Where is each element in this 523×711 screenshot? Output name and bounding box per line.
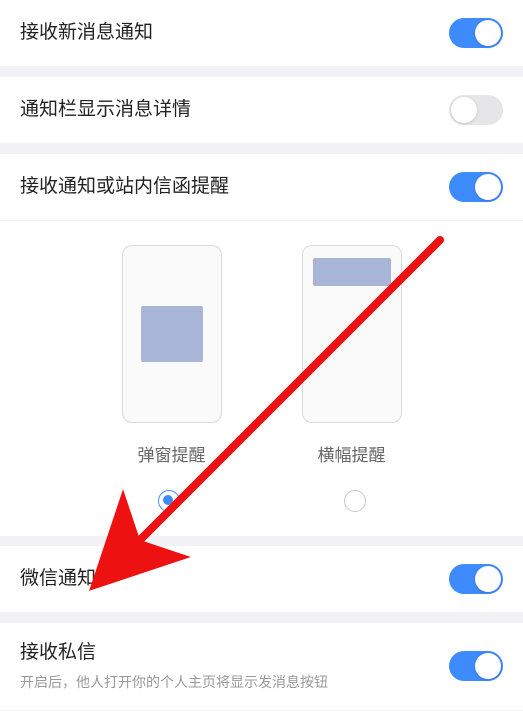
- setting-label: 接收私信: [20, 641, 328, 666]
- toggle-knob: [475, 653, 501, 679]
- toggle-new-message[interactable]: [449, 18, 503, 48]
- notification-style-radios: [0, 478, 523, 536]
- setting-label: 微信通知: [20, 567, 96, 592]
- section-gap: [0, 613, 523, 623]
- phone-mock-banner: [302, 245, 402, 423]
- toggle-knob: [475, 20, 501, 46]
- radio-banner[interactable]: [344, 490, 366, 512]
- toggle-dm[interactable]: [449, 651, 503, 681]
- setting-label: 接收新消息通知: [20, 21, 153, 46]
- setting-dm: 接收私信 开启后，他人打开你的个人主页将显示发消息按钮: [0, 623, 523, 711]
- section-gap: [0, 67, 523, 77]
- setting-label: 通知栏显示消息详情: [20, 98, 191, 123]
- toggle-wechat[interactable]: [449, 564, 503, 594]
- preview-popup-label: 弹窗提醒: [138, 441, 206, 466]
- mock-banner-block: [313, 258, 391, 286]
- toggle-knob: [475, 174, 501, 200]
- setting-show-detail: 通知栏显示消息详情: [0, 77, 523, 144]
- toggle-knob: [475, 566, 501, 592]
- preview-banner-label: 横幅提醒: [318, 441, 386, 466]
- setting-text-col: 接收私信 开启后，他人打开你的个人主页将显示发消息按钮: [20, 641, 328, 692]
- section-gap: [0, 536, 523, 546]
- toggle-show-detail[interactable]: [449, 95, 503, 125]
- toggle-in-mail[interactable]: [449, 172, 503, 202]
- setting-sublabel: 开启后，他人打开你的个人主页将显示发消息按钮: [20, 672, 328, 692]
- section-gap: [0, 144, 523, 154]
- setting-in-mail: 接收通知或站内信函提醒: [0, 154, 523, 221]
- setting-label: 接收通知或站内信函提醒: [20, 175, 229, 200]
- setting-wechat: 微信通知: [0, 546, 523, 613]
- toggle-knob: [451, 97, 477, 123]
- preview-popup[interactable]: 弹窗提醒: [122, 245, 222, 466]
- setting-new-message: 接收新消息通知: [0, 0, 523, 67]
- radio-popup[interactable]: [158, 490, 180, 512]
- notification-style-previews: 弹窗提醒 横幅提醒: [0, 221, 523, 478]
- preview-banner[interactable]: 横幅提醒: [302, 245, 402, 466]
- mock-popup-block: [141, 306, 203, 362]
- phone-mock-popup: [122, 245, 222, 423]
